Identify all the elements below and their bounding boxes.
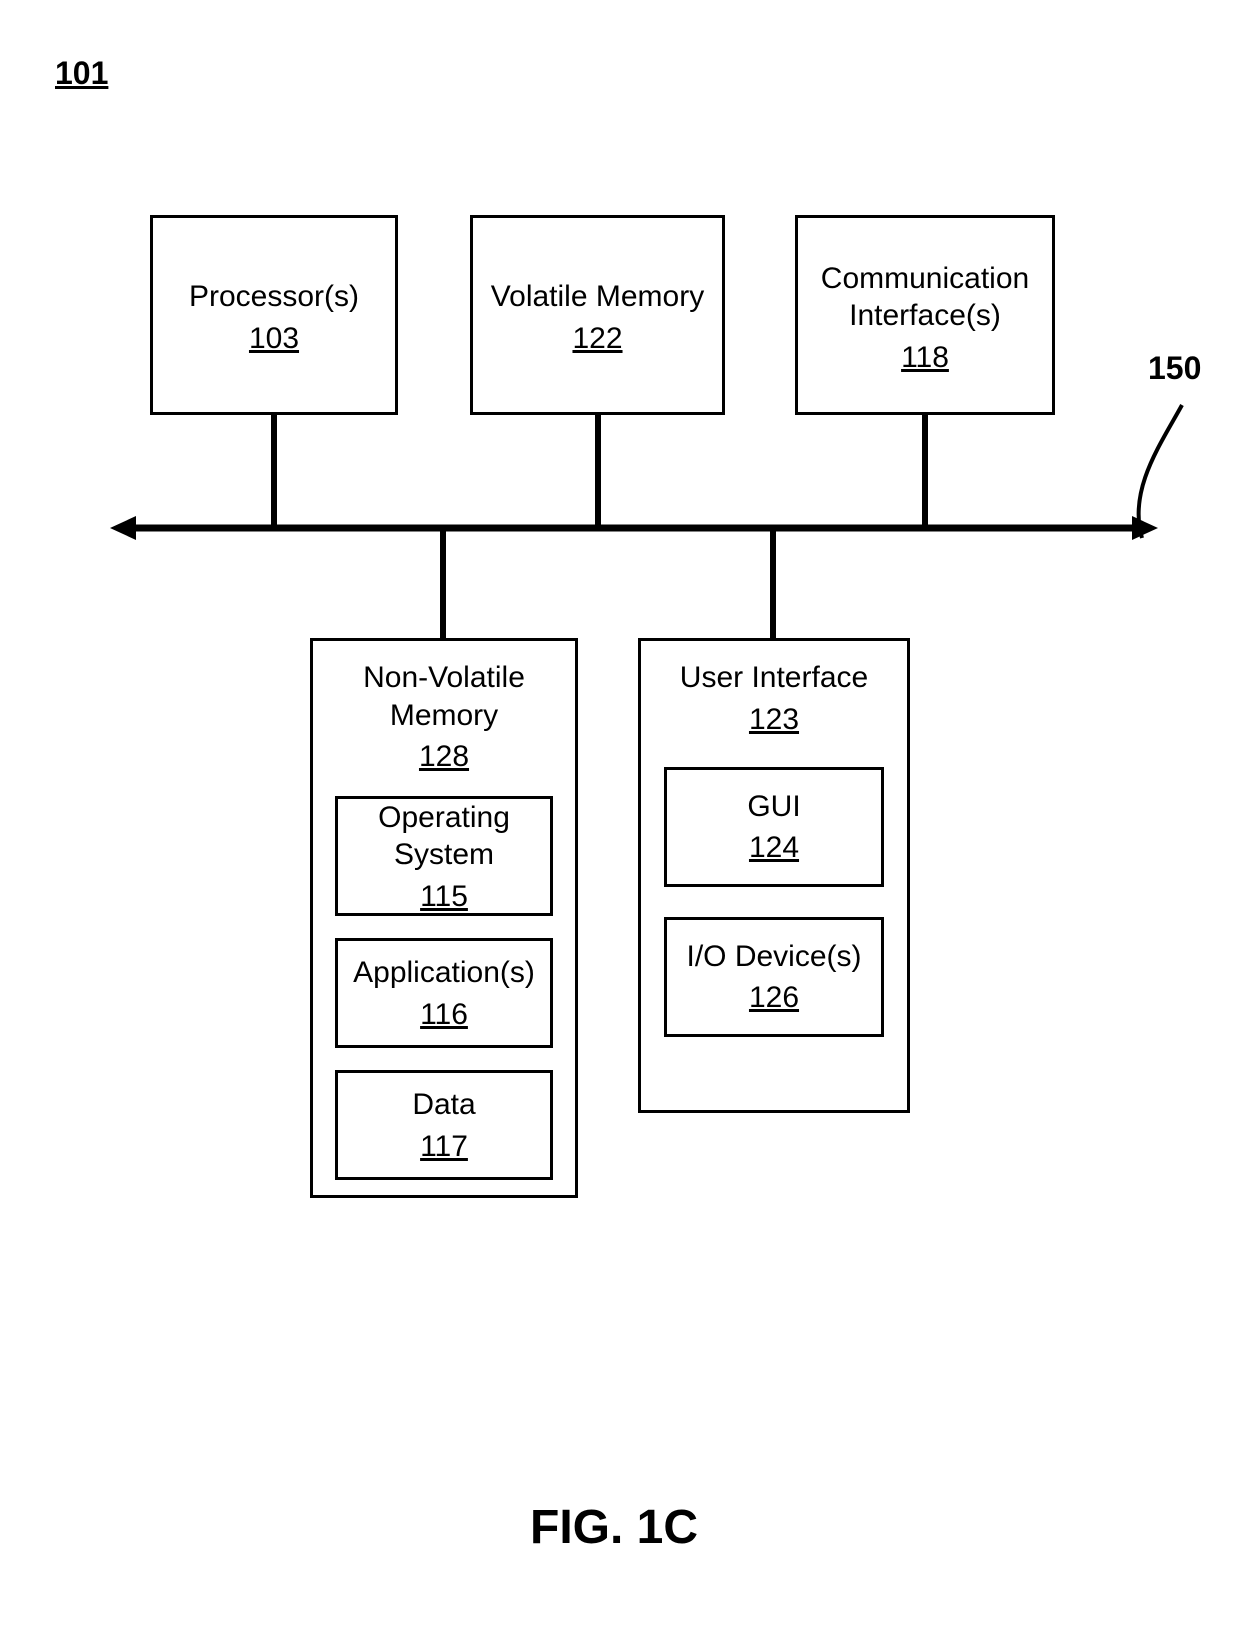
block-gui: GUI 124	[664, 767, 884, 887]
bus-ref: 150	[1148, 350, 1201, 387]
block-comm-label: Communication Interface(s)	[806, 260, 1044, 335]
block-gui-label: GUI	[747, 788, 800, 826]
block-os-ref: 115	[420, 880, 468, 914]
block-gui-ref: 124	[749, 831, 799, 865]
corner-ref: 101	[55, 55, 108, 92]
block-processor: Processor(s) 103	[150, 215, 398, 415]
block-nv-memory-ref: 128	[419, 740, 469, 774]
connector-comm-bus	[922, 415, 928, 528]
block-applications-label: Application(s)	[353, 954, 535, 992]
block-data-ref: 117	[420, 1130, 468, 1164]
connector-nvmem-bus	[440, 528, 446, 638]
block-data-label: Data	[412, 1086, 475, 1124]
figure-caption: FIG. 1C	[530, 1500, 698, 1555]
block-applications: Application(s) 116	[335, 938, 553, 1048]
block-processor-label: Processor(s)	[189, 278, 359, 316]
block-volatile-memory: Volatile Memory 122	[470, 215, 725, 415]
block-volatile-ref: 122	[572, 322, 622, 356]
bus-callout-curve	[1120, 390, 1190, 540]
diagram-canvas: 101 150 Processor(s) 103 Volatile Memory…	[0, 0, 1240, 1629]
block-io-ref: 126	[749, 981, 799, 1015]
block-data: Data 117	[335, 1070, 553, 1180]
block-processor-ref: 103	[249, 322, 299, 356]
block-nv-memory: Non-Volatile Memory 128 Operating System…	[310, 638, 578, 1198]
block-volatile-label: Volatile Memory	[491, 278, 704, 316]
block-io-label: I/O Device(s)	[686, 938, 861, 976]
block-os-label: Operating System	[346, 799, 542, 874]
bus-arrow	[110, 512, 1158, 544]
block-applications-ref: 116	[420, 998, 468, 1032]
block-ui-label: User Interface	[680, 659, 868, 697]
block-os: Operating System 115	[335, 796, 553, 916]
block-ui-ref: 123	[749, 703, 799, 737]
block-comm-ref: 118	[901, 341, 949, 375]
block-io-devices: I/O Device(s) 126	[664, 917, 884, 1037]
connector-volatile-bus	[595, 415, 601, 528]
block-user-interface: User Interface 123 GUI 124 I/O Device(s)…	[638, 638, 910, 1113]
connector-processor-bus	[271, 415, 277, 528]
block-nv-memory-label: Non-Volatile Memory	[321, 659, 567, 734]
connector-ui-bus	[770, 528, 776, 638]
block-comm-interface: Communication Interface(s) 118	[795, 215, 1055, 415]
